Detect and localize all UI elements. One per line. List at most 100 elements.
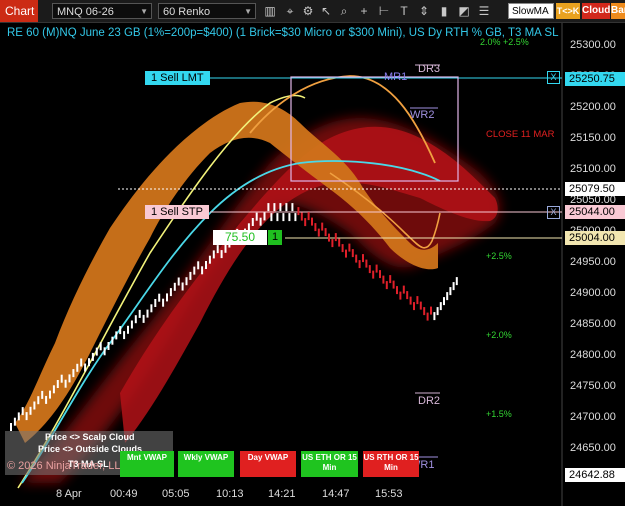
strategy-select[interactable]: SlowMA xyxy=(508,3,554,19)
renko-brick-up xyxy=(279,203,282,212)
chart-tab[interactable]: Chart xyxy=(0,0,38,22)
bar-button[interactable]: Bar xyxy=(611,3,625,19)
pct-top-label: 2.0% +2.5% xyxy=(480,37,529,47)
renko-brick-down xyxy=(409,296,412,305)
copyright-label: © 2026 NinjaTrader, LLC xyxy=(7,460,129,472)
properties-icon[interactable]: ⚙ xyxy=(300,3,316,19)
renko-brick-up xyxy=(130,320,133,329)
renko-brick-up xyxy=(21,407,24,416)
renko-brick-up xyxy=(37,396,40,405)
list-icon[interactable]: ☰ xyxy=(476,3,492,19)
renko-brick-up xyxy=(111,336,114,345)
renko-brick-down xyxy=(338,238,341,247)
data-series-icon[interactable]: ▥ xyxy=(262,3,278,19)
renko-brick-up xyxy=(10,423,12,431)
renko-brick-down xyxy=(307,212,310,221)
renko-brick-up xyxy=(294,213,297,222)
renko-brick-up xyxy=(142,314,145,323)
renko-brick-up xyxy=(150,304,153,313)
time-tick-label: 00:49 xyxy=(110,488,138,500)
renko-brick-up xyxy=(76,363,79,372)
chart-subtitle: RE 60 (M)NQ June 23 GB (1%=200p=$400) (1… xyxy=(7,27,559,39)
price-tick-label: 24750.00 xyxy=(570,380,616,392)
text-icon[interactable]: T xyxy=(396,3,412,19)
renko-brick-up xyxy=(201,266,204,275)
mr1-label: MR1 xyxy=(384,71,408,83)
renko-brick-up xyxy=(60,374,63,383)
us-rth-or-button[interactable]: US RTH OR 15 Min xyxy=(363,451,419,477)
renko-brick-up xyxy=(138,309,141,318)
strategy-select-value: SlowMA xyxy=(512,6,549,17)
renko-brick-up xyxy=(224,244,227,253)
renko-brick-down xyxy=(372,270,375,279)
us-eth-or-button[interactable]: US ETH OR 15 Min xyxy=(301,451,358,477)
cloud-button[interactable]: Cloud xyxy=(582,3,610,19)
position-qty[interactable]: 1 xyxy=(268,230,282,245)
time-tick-label: 8 Apr xyxy=(56,488,82,500)
sell-lmt-order-tag[interactable]: 1 Sell LMT xyxy=(145,71,210,85)
renko-brick-down xyxy=(314,223,317,232)
renko-brick-up xyxy=(107,342,110,350)
renko-brick-down xyxy=(321,222,324,231)
renko-brick-up xyxy=(449,287,452,296)
renko-brick-up xyxy=(80,358,83,367)
renko-brick-up xyxy=(220,250,223,259)
ma-yellow-line xyxy=(17,94,306,489)
mnt-vwap-button[interactable]: Mnt VWAP xyxy=(120,451,174,477)
crosshair-icon[interactable]: ⌖ xyxy=(282,3,298,19)
renko-brick-down xyxy=(379,270,381,279)
renko-brick-down xyxy=(430,306,432,315)
price-label-position: 25004.00 xyxy=(565,231,625,245)
renko-brick-down xyxy=(365,259,368,268)
renko-brick-down xyxy=(423,307,426,316)
chart-panel[interactable]: RE 60 (M)NQ June 23 GB (1%=200p=$400) (1… xyxy=(0,23,625,506)
renko-brick-down xyxy=(348,243,351,252)
renko-brick-up xyxy=(189,271,192,280)
close-sell-lmt-icon[interactable]: X xyxy=(547,71,560,84)
renko-brick-up xyxy=(41,390,44,399)
time-tick-label: 05:05 xyxy=(162,488,190,500)
renko-brick-up xyxy=(72,369,75,378)
shapes-icon[interactable]: ◩ xyxy=(456,3,472,19)
renko-brick-up xyxy=(288,213,291,222)
renko-brick-down xyxy=(396,286,398,295)
renko-brick-up xyxy=(439,302,442,311)
renko-brick-up xyxy=(88,358,90,367)
close-sell-stp-icon[interactable]: X xyxy=(547,206,560,219)
wkly-vwap-button[interactable]: Wkly VWAP xyxy=(178,451,234,477)
renko-brick-down xyxy=(362,254,364,263)
pointer-icon[interactable]: ↖ xyxy=(318,3,334,19)
renko-brick-up xyxy=(267,203,270,212)
renko-brick-up xyxy=(154,299,157,307)
pct-25-label: +2.5% xyxy=(486,251,512,261)
price-tick-label: 24650.00 xyxy=(570,442,616,454)
renko-brick-up xyxy=(436,307,439,316)
price-tick-label: 25300.00 xyxy=(570,39,616,51)
scale-icon[interactable]: ⇕ xyxy=(416,3,432,19)
day-vwap-button[interactable]: Day VWAP xyxy=(240,451,296,477)
renko-brick-up xyxy=(127,325,129,334)
renko-brick-down xyxy=(385,281,388,290)
bar-type-selector[interactable]: 60 Renko ▼ xyxy=(158,3,256,19)
renko-brick-up xyxy=(52,385,55,394)
instrument-selector[interactable]: MNQ 06-26 ▼ xyxy=(52,3,152,19)
time-tick-label: 15:53 xyxy=(375,488,403,500)
renko-brick-up xyxy=(169,288,172,297)
renko-brick-up xyxy=(443,297,445,306)
price-label-sell-stp: 25044.00 xyxy=(565,205,625,219)
sell-stp-order-tag[interactable]: 1 Sell STP xyxy=(145,205,209,219)
bar-icon[interactable]: ▮ xyxy=(436,3,452,19)
zoom-icon[interactable]: ⌕ xyxy=(336,3,352,19)
measure-icon[interactable]: ⊢ xyxy=(376,3,392,19)
chart-toolbar: Chart MNQ 06-26 ▼ 60 Renko ▼ ▥ ⌖ ⚙ ↖ ⌕ +… xyxy=(0,0,625,23)
renko-brick-up xyxy=(115,331,118,340)
renko-brick-up xyxy=(270,213,273,222)
tck-button[interactable]: T<>K xyxy=(556,3,580,19)
renko-brick-down xyxy=(341,244,344,253)
add-icon[interactable]: + xyxy=(356,3,372,19)
time-tick-label: 14:21 xyxy=(268,488,296,500)
renko-brick-up xyxy=(185,277,188,286)
renko-brick-down xyxy=(389,275,392,284)
pct-15-label: +1.5% xyxy=(486,409,512,419)
renko-brick-up xyxy=(158,293,161,302)
